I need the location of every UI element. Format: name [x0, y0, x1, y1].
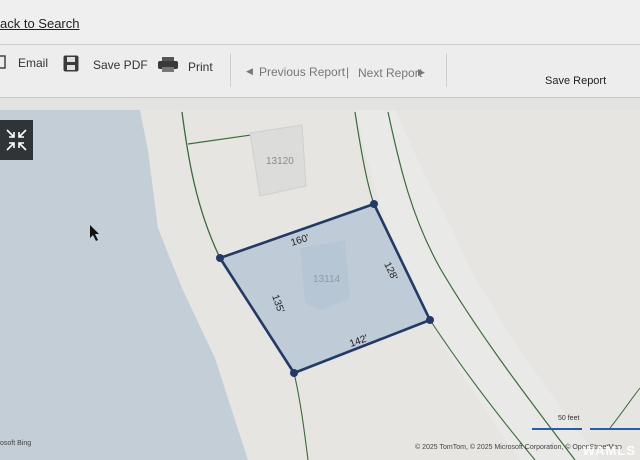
- scale-label: 50 feet: [558, 415, 580, 422]
- map-canvas: 13120 13114 160' 128' 135' 142': [0, 110, 640, 460]
- triangle-left-icon: ◀: [246, 66, 253, 76]
- watermark: WAMLS: [582, 443, 636, 458]
- parcel-vertex: [370, 200, 378, 208]
- email-label: Email: [18, 56, 49, 70]
- parcel-map[interactable]: 13120 13114 160' 128' 135' 142' 50 feet …: [0, 98, 640, 460]
- previous-report-label: Previous Report: [259, 65, 346, 79]
- fullscreen-icon: [6, 129, 27, 151]
- parcel-vertex: [290, 369, 298, 377]
- parcel-vertex: [216, 254, 224, 262]
- email-icon: [0, 55, 6, 69]
- triangle-right-icon: ▶: [418, 67, 425, 77]
- report-screen: ack to Search Email Save PDF Print ◀ Pre…: [0, 0, 640, 460]
- print-label: Print: [188, 60, 213, 74]
- save-icon: [63, 55, 79, 72]
- nav-separator: |: [346, 65, 350, 79]
- save-report-button[interactable]: Save Report: [545, 75, 606, 87]
- next-report-label: Next Report: [358, 66, 423, 80]
- save-pdf-label: Save PDF: [93, 58, 148, 72]
- report-toolbar: Email Save PDF Print ◀ Previous Report |…: [0, 45, 640, 98]
- bing-attribution: osoft Bing: [0, 440, 32, 447]
- printer-icon: [158, 57, 178, 72]
- toolbar-divider: [230, 53, 231, 87]
- fullscreen-button[interactable]: [0, 120, 33, 160]
- parcel-number-north: 13120: [266, 156, 294, 167]
- parcel-number-main: 13114: [313, 274, 341, 285]
- top-nav-bar: ack to Search: [0, 0, 640, 45]
- parcel-vertex: [426, 316, 434, 324]
- back-to-search-link[interactable]: ack to Search: [0, 16, 80, 31]
- toolbar-divider: [446, 53, 447, 87]
